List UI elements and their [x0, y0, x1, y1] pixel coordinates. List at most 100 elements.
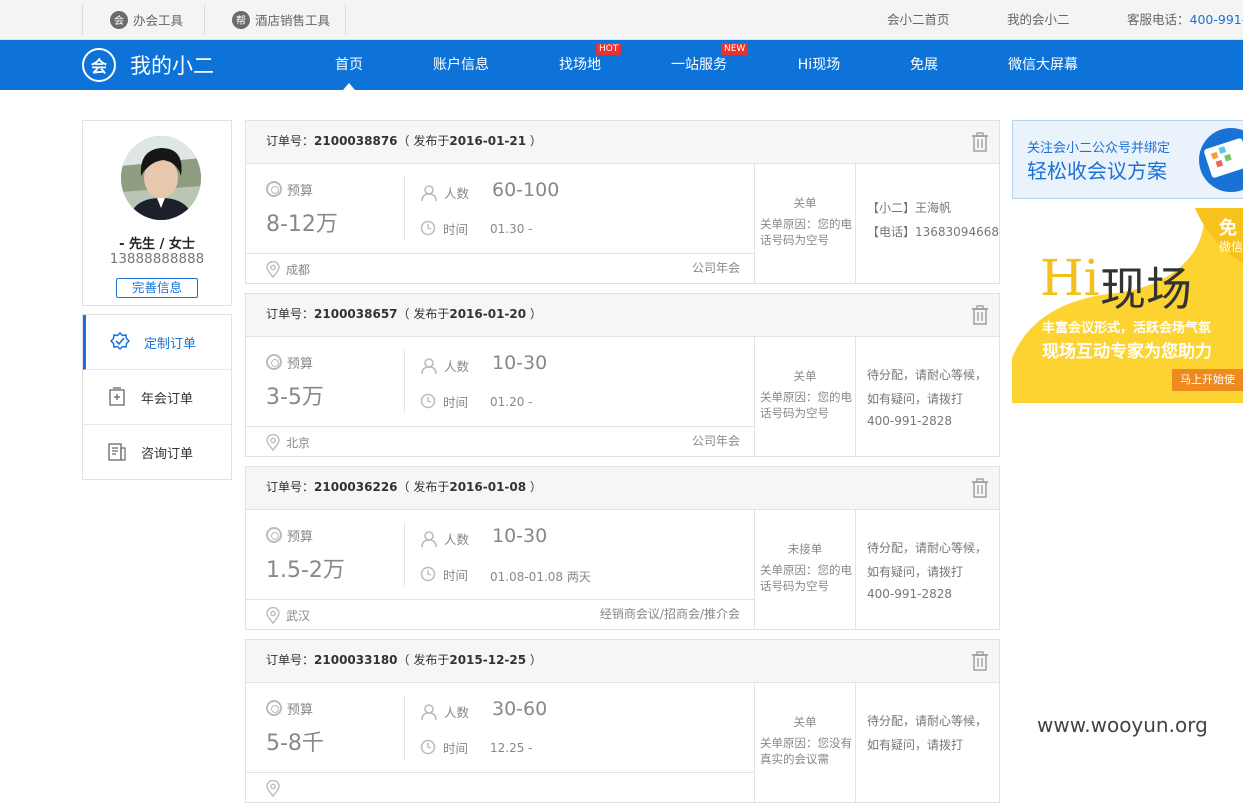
order-main-info: 预算 8-12万 人数 60-100 时间 01.30 - 成都 公司年会 [246, 164, 755, 283]
divider [82, 4, 83, 35]
profile-phone: 13888888888 [109, 251, 205, 267]
order-number-value: 2100036226 [314, 480, 398, 494]
time-label: 时间 [420, 219, 468, 237]
people-value: 10-30 [492, 525, 548, 547]
order-contact: 待分配，请耐心等候， 如有疑问，请拨打 400-991-2828 [856, 510, 999, 629]
people-label: 人数 [420, 699, 469, 721]
time-label-text: 时间 [443, 221, 469, 237]
order-number: 订单号：2100038657（ 发布于2016-01-20 ） [266, 294, 542, 334]
nav-find-venue[interactable]: 找场地 HOT [552, 40, 622, 90]
consult-order-icon [107, 442, 127, 462]
order-body: 预算 1.5-2万 人数 10-30 时间 01.08-01.08 两天 武汉 … [246, 510, 999, 629]
home-link[interactable]: 会小二首页 [887, 0, 950, 39]
published-date: 2016-01-08 [449, 480, 527, 494]
contact-line: 如有疑问，请拨打 [867, 565, 964, 579]
trash-icon[interactable] [971, 132, 989, 152]
order-body: 预算 3-5万 人数 10-30 时间 01.20 - 北京 公司年会 关单 关… [246, 337, 999, 456]
trash-icon[interactable] [971, 478, 989, 498]
main-nav: 会 我的小二 首页 账户信息 找场地 HOT 一站服务 NEW Hi现场 免展 … [0, 40, 1243, 90]
menu-custom-orders[interactable]: 定制订单 [83, 315, 231, 370]
wechat-banner-line2: 轻松收会议方案 [1027, 159, 1167, 183]
wechat-bind-banner[interactable]: 关注会小二公众号并绑定 轻松收会议方案 [1012, 120, 1243, 199]
hi-live-banner[interactable]: 免 微信 Hi 现场 丰富会议形式，活跃会场气氛 现场互动专家为您助力 马上开始… [1012, 208, 1243, 403]
order-status: 未接单 关单原因：您的电话号码为空号 [755, 510, 856, 629]
published-suffix: ） [526, 134, 542, 148]
people-label-text: 人数 [444, 186, 470, 201]
order-contact: 【小二】王海帆 【电话】13683094668 [856, 164, 999, 283]
contact-line: 如有疑问，请拨打 [867, 392, 964, 406]
menu-consult-orders-label: 咨询订单 [141, 446, 194, 462]
custom-order-icon [110, 332, 130, 352]
order-number-value: 2100038657 [314, 307, 398, 321]
order-number: 订单号：2100036226（ 发布于2016-01-08 ） [266, 467, 542, 507]
budget-value: 1.5-2万 [266, 558, 345, 583]
avatar[interactable] [121, 136, 201, 220]
meeting-type: 经销商会议/招商会/推介会 [599, 607, 740, 621]
budget-label-text: 预算 [287, 356, 314, 372]
time-label: 时间 [420, 392, 468, 410]
hi-banner-corner-text: 免 [1219, 218, 1237, 239]
contact-line: 待分配，请耐心等候， [867, 368, 988, 382]
order-number: 订单号：2100033180（ 发布于2015-12-25 ） [266, 640, 542, 680]
location-row: 武汉 经销商会议/招商会/推介会 [246, 599, 754, 630]
divider [404, 522, 405, 586]
menu-consult-orders[interactable]: 咨询订单 [83, 425, 231, 479]
order-status: 关单 关单原因：您没有真实的会议需 [755, 683, 856, 802]
phone-illustration-icon [1199, 128, 1243, 192]
trash-icon[interactable] [971, 651, 989, 671]
time-label: 时间 [420, 565, 468, 583]
time-value: 12.25 - [490, 741, 533, 755]
complete-info-button[interactable]: 完善信息 [116, 278, 198, 298]
hotel-sales-tool-link[interactable]: 帮 酒店销售工具 [232, 0, 330, 39]
meeting-type: 公司年会 [691, 261, 740, 275]
clock-icon [420, 393, 436, 409]
hotel-sales-tool-icon: 帮 [232, 10, 250, 29]
person-icon [421, 185, 437, 202]
order-contact: 待分配，请耐心等候， 如有疑问，请拨打 400-991-2828 [856, 337, 999, 456]
published-date: 2015-12-25 [449, 653, 527, 667]
hotline: 客服电话：400-991-2 [1127, 0, 1243, 39]
contact-line: 400-991-2828 [867, 587, 953, 601]
new-badge: NEW [721, 43, 749, 55]
nav-hi-live[interactable]: Hi现场 [793, 40, 845, 90]
location-pin-icon [266, 433, 280, 451]
hi-banner-prefix: Hi [1040, 249, 1100, 307]
divider [345, 4, 346, 35]
brand-name: 我的小二 [130, 54, 214, 78]
nav-account-info[interactable]: 账户信息 [428, 40, 494, 90]
clock-icon [420, 739, 436, 755]
status-title: 关单 [793, 715, 817, 729]
people-label: 人数 [420, 353, 469, 375]
meeting-tool-icon: 会 [110, 10, 128, 29]
hi-banner-subtitle2: 现场互动专家为您助力 [1042, 342, 1212, 362]
budget-label: 预算 [266, 526, 313, 545]
budget-label: 预算 [266, 699, 313, 718]
brand[interactable]: 会 我的小二 [82, 47, 214, 83]
people-label: 人数 [420, 526, 469, 548]
top-utility-bar: 会 办会工具 帮 酒店销售工具 会小二首页 我的会小二 客服电话：400-991… [0, 0, 1243, 40]
budget-label: 预算 [266, 180, 313, 199]
my-account-link[interactable]: 我的会小二 [1007, 0, 1070, 39]
hi-banner-title: 现场 [1100, 262, 1192, 316]
trash-icon[interactable] [971, 305, 989, 325]
published-prefix: （ 发布于 [397, 134, 450, 148]
nav-free-exhibition[interactable]: 免展 [902, 40, 946, 90]
published-date: 2016-01-21 [449, 134, 527, 148]
order-header: 订单号：2100038876（ 发布于2016-01-21 ） [246, 121, 999, 164]
person-icon [421, 531, 437, 548]
menu-annual-orders[interactable]: 年会订单 [83, 370, 231, 425]
location: 成都 [266, 260, 310, 278]
nav-find-venue-label: 找场地 [559, 57, 601, 73]
order-card: 订单号：2100038657（ 发布于2016-01-20 ） 预算 3-5万 [245, 293, 1000, 457]
published-suffix: ） [526, 653, 542, 667]
profile-name: - 先生 / 女士 [119, 237, 195, 252]
order-number-label: 订单号： [266, 307, 315, 321]
status-title: 关单 [793, 369, 817, 383]
hi-banner-start-button[interactable]: 马上开始使 [1172, 369, 1243, 391]
meeting-tool-link[interactable]: 会 办会工具 [110, 0, 183, 39]
published-prefix: （ 发布于 [397, 480, 450, 494]
time-value: 01.30 - [490, 222, 533, 236]
clock-icon [420, 566, 436, 582]
nav-wechat-screen[interactable]: 微信大屏幕 [1004, 40, 1082, 90]
nav-one-stop[interactable]: 一站服务 NEW [668, 40, 749, 90]
